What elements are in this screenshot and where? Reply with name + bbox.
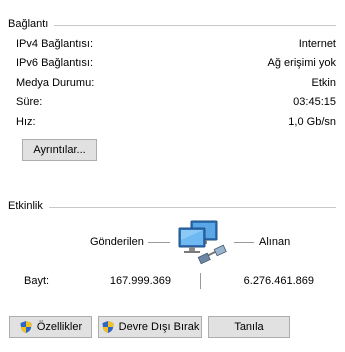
ipv6-label: IPv6 Bağlantısı: — [16, 57, 94, 69]
bytes-received-value: 6.276.461.869 — [243, 275, 314, 287]
media-status-label: Medya Durumu: — [16, 77, 95, 89]
disable-button-label: Devre Dışı Bırak — [118, 321, 200, 333]
properties-button-label: Özellikler — [36, 321, 83, 333]
network-computers-icon — [178, 220, 227, 265]
diagnose-button-label: Tanıla — [234, 321, 264, 333]
details-button[interactable]: Ayrıntılar... — [22, 139, 97, 161]
uac-shield-icon — [102, 321, 114, 333]
uac-shield-icon — [20, 321, 32, 333]
ipv4-row: IPv4 Bağlantısı: Internet — [16, 38, 336, 52]
bytes-sent-value: 167.999.369 — [109, 275, 171, 287]
ipv6-value: Ağ erişimi yok — [267, 57, 336, 69]
media-status-value: Etkin — [311, 77, 336, 89]
received-line — [234, 242, 254, 243]
group-divider — [8, 207, 336, 208]
activity-group-header: Etkinlik — [8, 200, 336, 214]
group-divider — [8, 25, 336, 26]
ipv4-value: Internet — [298, 38, 336, 50]
disable-button[interactable]: Devre Dışı Bırak — [98, 316, 202, 338]
connection-section-title: Bağlantı — [8, 18, 55, 30]
bytes-label: Bayt: — [24, 275, 50, 287]
speed-value: 1,0 Gb/sn — [288, 116, 336, 128]
details-button-label: Ayrıntılar... — [33, 144, 86, 156]
activity-separator — [200, 273, 201, 289]
diagnose-button[interactable]: Tanıla — [208, 316, 290, 338]
activity-section-title: Etkinlik — [8, 200, 49, 212]
received-label: Alınan — [259, 236, 291, 248]
duration-value: 03:45:15 — [293, 96, 336, 108]
duration-row: Süre: 03:45:15 — [16, 96, 336, 110]
speed-row: Hız: 1,0 Gb/sn — [16, 116, 336, 130]
duration-label: Süre: — [16, 96, 43, 108]
network-status-dialog: Bağlantı IPv4 Bağlantısı: Internet IPv6 … — [0, 0, 345, 352]
speed-label: Hız: — [16, 116, 36, 128]
ipv4-label: IPv4 Bağlantısı: — [16, 38, 94, 50]
connection-group-header: Bağlantı — [8, 18, 336, 32]
properties-button[interactable]: Özellikler — [9, 316, 92, 338]
media-status-row: Medya Durumu: Etkin — [16, 77, 336, 91]
sent-label: Gönderilen — [90, 236, 144, 248]
sent-line — [148, 242, 170, 243]
ipv6-row: IPv6 Bağlantısı: Ağ erişimi yok — [16, 57, 336, 71]
